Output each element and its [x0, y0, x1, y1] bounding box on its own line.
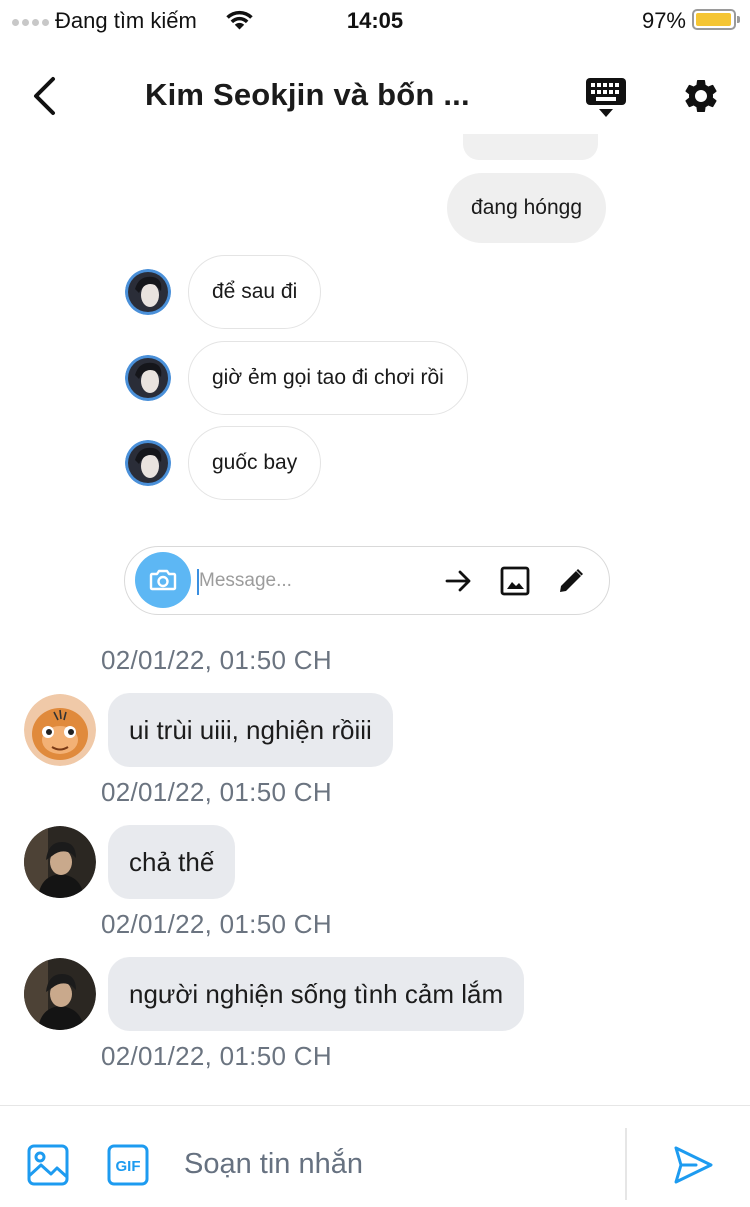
message-bubble[interactable]: ui trùi uiii, nghiện rồiii	[108, 693, 393, 767]
message-timestamp: 02/01/22, 01:50 CH	[101, 1041, 332, 1071]
avatar[interactable]	[24, 694, 96, 766]
message-row: ui trùi uiii, nghiện rồiii	[24, 693, 393, 767]
incoming-message-bubble[interactable]: để sau đi	[188, 255, 322, 329]
group-message-composer	[124, 546, 610, 615]
battery-icon	[692, 9, 740, 30]
gif-label: GIF	[116, 1158, 141, 1175]
avatar[interactable]	[125, 355, 171, 401]
incoming-message-bubble[interactable]: giờ ẻm gọi tao đi chơi rồi	[188, 341, 468, 415]
keyboard-icon[interactable]	[584, 76, 628, 120]
message-bubble[interactable]: người nghiện sống tình cảm lắm	[108, 957, 525, 1031]
gif-icon[interactable]: GIF	[106, 1143, 150, 1187]
conversation-title[interactable]: Kim Seokjin và bốn ...	[145, 77, 470, 113]
arrow-right-icon[interactable]	[443, 565, 475, 597]
previous-message-bubble	[463, 134, 598, 160]
outgoing-message-bubble[interactable]: đang hóngg	[447, 173, 606, 243]
divider	[625, 1128, 627, 1200]
camera-icon	[149, 569, 177, 591]
group-message-row: để sau đi	[125, 255, 322, 329]
avatar[interactable]	[125, 440, 171, 486]
message-timestamp: 02/01/22, 01:50 CH	[101, 777, 332, 807]
chat-header: Kim Seokjin và bốn ...	[0, 50, 750, 142]
message-input[interactable]	[199, 565, 429, 597]
pencil-icon[interactable]	[555, 565, 587, 597]
compose-message-input[interactable]	[184, 1142, 604, 1186]
status-time: 14:05	[346, 8, 404, 33]
message-timestamp: 02/01/22, 01:50 CH	[101, 645, 332, 675]
avatar[interactable]	[125, 269, 171, 315]
message-row: người nghiện sống tình cảm lắm	[24, 957, 525, 1031]
group-message-row: giờ ẻm gọi tao đi chơi rồi	[125, 341, 468, 415]
avatar[interactable]	[24, 958, 96, 1030]
image-icon[interactable]	[26, 1143, 70, 1187]
group-message-row: guốc bay	[125, 426, 322, 500]
send-icon[interactable]	[672, 1144, 714, 1186]
image-icon[interactable]	[499, 565, 531, 597]
message-bubble[interactable]: chả thế	[108, 825, 236, 899]
avatar[interactable]	[24, 826, 96, 898]
incoming-message-bubble[interactable]: guốc bay	[188, 426, 322, 500]
message-row: chả thế	[24, 825, 236, 899]
message-timestamp: 02/01/22, 01:50 CH	[101, 909, 332, 939]
battery-percentage: 97%	[641, 8, 686, 33]
chevron-left-icon[interactable]	[28, 74, 62, 118]
compose-bar: GIF	[0, 1105, 750, 1207]
status-bar: Đang tìm kiếm 14:05 97%	[0, 0, 750, 44]
gear-icon[interactable]	[681, 76, 721, 116]
battery-level-fill	[696, 13, 731, 26]
camera-button[interactable]	[135, 552, 191, 608]
